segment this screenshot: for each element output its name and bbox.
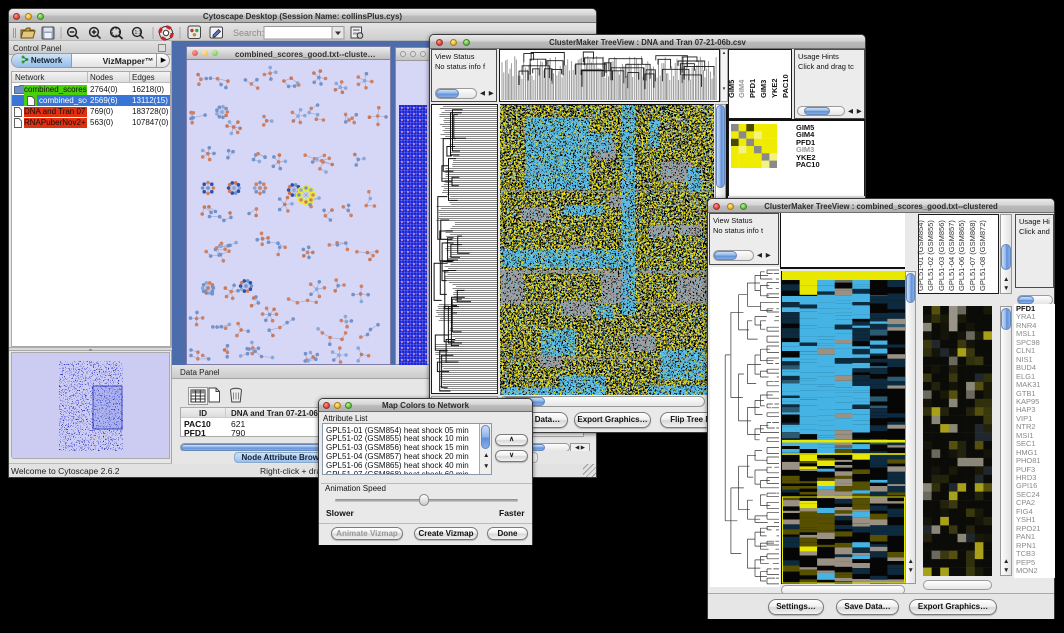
svg-text:Search:: Search: bbox=[233, 28, 264, 38]
svg-text:1:1: 1:1 bbox=[135, 30, 142, 36]
